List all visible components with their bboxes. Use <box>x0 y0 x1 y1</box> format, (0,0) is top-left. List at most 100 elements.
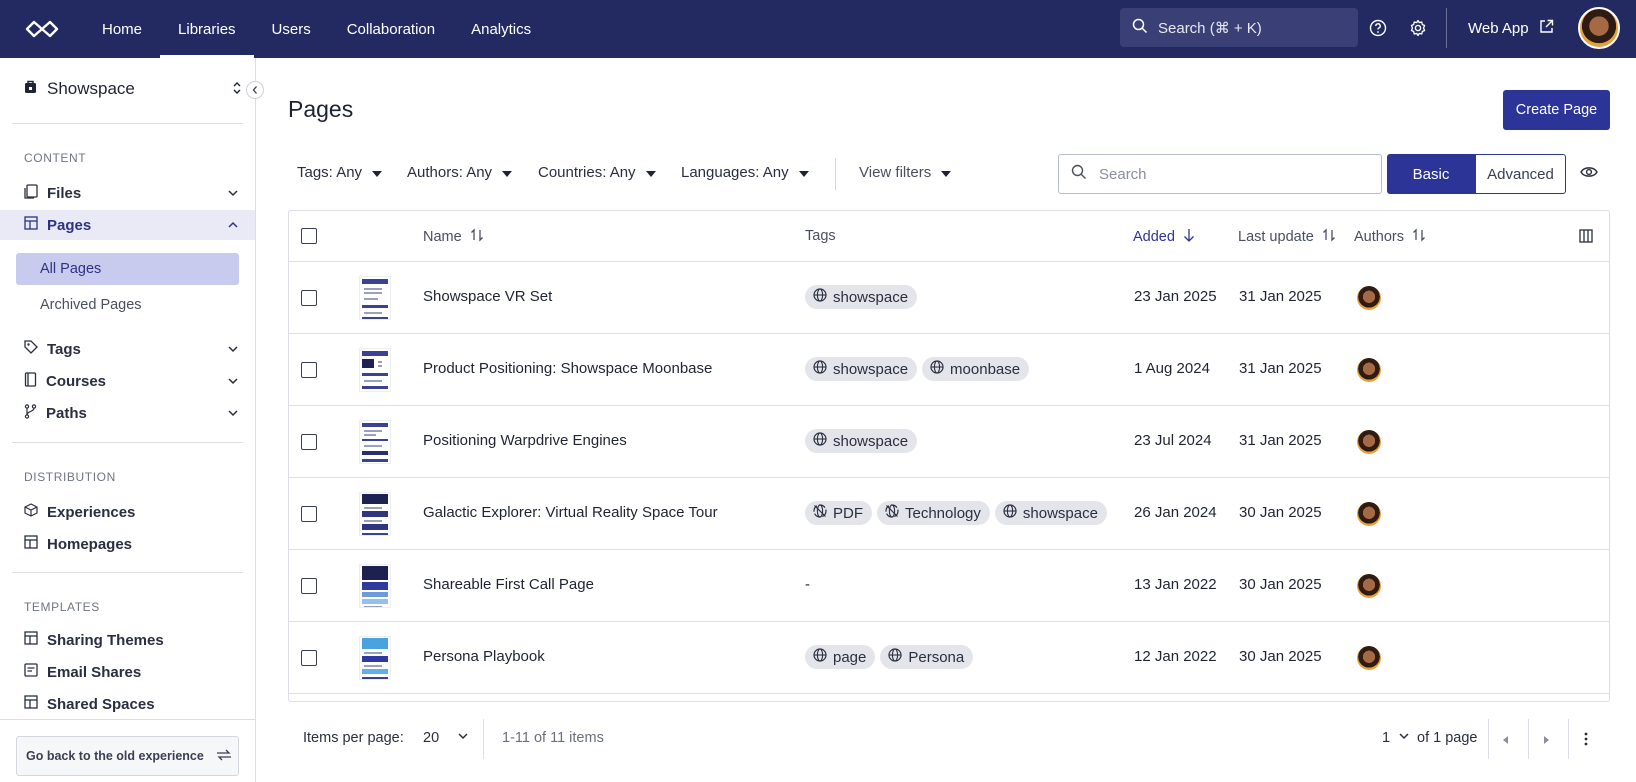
next-page-icon[interactable] <box>1542 733 1550 749</box>
tag-chip[interactable]: PDF <box>805 501 872 525</box>
nav-libraries[interactable]: Libraries <box>160 0 254 58</box>
author-avatar[interactable] <box>1357 358 1381 382</box>
row-checkbox[interactable] <box>301 650 317 666</box>
user-avatar[interactable] <box>1578 7 1620 49</box>
column-label: Tags <box>805 228 836 244</box>
workspace-switcher[interactable]: Showspace <box>24 76 242 102</box>
column-header-name[interactable]: Name <box>423 228 484 246</box>
page-name[interactable]: Persona Playbook <box>423 648 545 665</box>
logo-icon[interactable] <box>0 0 84 58</box>
tag-label: showspace <box>833 360 909 378</box>
search-input[interactable] <box>1099 165 1359 183</box>
table-row[interactable]: Persona Playbook page Persona 12 Jan 202… <box>289 622 1609 694</box>
author-avatar[interactable] <box>1357 286 1381 310</box>
tag-chip[interactable]: moonbase <box>922 357 1030 381</box>
sidebar-subitem-archived-pages[interactable]: Archived Pages <box>16 289 239 321</box>
eye-icon[interactable] <box>1580 165 1598 183</box>
row-checkbox[interactable] <box>301 506 317 522</box>
mode-basic-toggle[interactable]: Basic <box>1387 154 1475 194</box>
globe-icon <box>813 648 827 666</box>
page-name[interactable]: Product Positioning: Showspace Moonbase <box>423 360 712 377</box>
prev-page-icon[interactable] <box>1502 733 1510 749</box>
mode-advanced-toggle[interactable]: Advanced <box>1475 154 1566 194</box>
sidebar-item-experiences[interactable]: Experiences <box>0 497 255 527</box>
old-experience-button[interactable]: Go back to the old experience <box>16 736 239 776</box>
sidebar-item-paths[interactable]: Paths <box>0 398 255 428</box>
more-options-icon[interactable] <box>1584 732 1588 750</box>
web-app-link[interactable]: Web App <box>1468 0 1554 56</box>
select-all-checkbox[interactable] <box>301 228 317 244</box>
sidebar-item-homepages[interactable]: Homepages <box>0 529 255 559</box>
sidebar-subitem-all-pages[interactable]: All Pages <box>16 253 239 285</box>
view-filters-button[interactable]: View filters <box>859 164 952 181</box>
create-page-button[interactable]: Create Page <box>1503 90 1610 130</box>
row-checkbox[interactable] <box>301 362 317 378</box>
page-name[interactable]: Galactic Explorer: Virtual Reality Space… <box>423 504 718 521</box>
help-icon[interactable] <box>1368 18 1388 38</box>
tag-chip[interactable]: showspace <box>805 357 918 381</box>
filter-tags[interactable]: Tags: Any <box>297 164 383 181</box>
globe-off-icon <box>885 504 899 522</box>
chevron-down-icon <box>227 374 239 391</box>
page-select[interactable]: 1 <box>1382 730 1410 746</box>
sidebar-item-courses[interactable]: Courses <box>0 366 255 396</box>
filter-label: Countries: Any <box>538 164 636 181</box>
tag-chip[interactable]: showspace <box>805 285 918 309</box>
tag-chip[interactable]: showspace <box>994 501 1107 525</box>
column-settings-icon[interactable] <box>1579 229 1593 243</box>
page-name[interactable]: Showspace VR Set <box>423 288 552 305</box>
row-checkbox[interactable] <box>301 290 317 306</box>
chevron-down-icon <box>227 406 239 423</box>
sidebar-item-shared-spaces[interactable]: Shared Spaces <box>0 689 255 719</box>
tag-chip[interactable]: Technology <box>877 501 990 525</box>
sidebar-item-label: Experiences <box>47 503 136 521</box>
tag-icon <box>24 340 38 358</box>
row-checkbox[interactable] <box>301 578 317 594</box>
tag-chip[interactable]: page <box>805 645 876 669</box>
old-experience-label: Go back to the old experience <box>26 749 204 763</box>
global-search[interactable]: Search (⌘ + K) <box>1120 8 1358 47</box>
column-header-added[interactable]: Added <box>1133 228 1195 246</box>
tag-label: showspace <box>833 432 909 450</box>
sidebar-item-label: Shared Spaces <box>47 695 155 713</box>
nav-collaboration[interactable]: Collaboration <box>329 0 453 58</box>
author-avatar[interactable] <box>1357 574 1381 598</box>
column-header-authors[interactable]: Authors <box>1354 228 1426 246</box>
filter-authors[interactable]: Authors: Any <box>407 164 513 181</box>
sidebar-item-pages[interactable]: Pages <box>0 210 255 240</box>
column-header-last-update[interactable]: Last update <box>1238 228 1336 246</box>
sidebar-item-sharing-themes[interactable]: Sharing Themes <box>0 625 255 655</box>
table-row[interactable]: Galactic Explorer: Virtual Reality Space… <box>289 478 1609 550</box>
items-per-page-select[interactable]: 20 <box>423 730 469 746</box>
tag-chip[interactable]: Persona <box>880 645 974 669</box>
table-row[interactable]: Product Positioning: Showspace Moonbase … <box>289 334 1609 406</box>
nav-home[interactable]: Home <box>84 0 160 58</box>
page-name[interactable]: Shareable First Call Page <box>423 576 594 593</box>
pages-table: Name Tags Added Last update Authors Show… <box>288 210 1610 702</box>
row-checkbox[interactable] <box>301 434 317 450</box>
author-avatar[interactable] <box>1357 430 1381 454</box>
date-added: 23 Jan 2025 <box>1134 288 1217 305</box>
table-row[interactable]: Showspace VR Set showspace 23 Jan 2025 3… <box>289 262 1609 334</box>
settings-gear-icon[interactable] <box>1408 18 1428 38</box>
chevron-down-icon <box>1398 730 1410 746</box>
tag-chip[interactable]: showspace <box>805 429 918 453</box>
nav-users[interactable]: Users <box>254 0 329 58</box>
table-row[interactable]: Shareable First Call Page - 13 Jan 2022 … <box>289 550 1609 622</box>
collapse-sidebar-button[interactable] <box>246 81 264 99</box>
table-row[interactable]: Positioning Warpdrive Engines showspace … <box>289 406 1609 478</box>
current-page: 1 <box>1382 730 1391 746</box>
sidebar-item-files[interactable]: Files <box>0 178 255 208</box>
column-header-tags: Tags <box>805 228 836 244</box>
author-avatar[interactable] <box>1357 646 1381 670</box>
filter-countries[interactable]: Countries: Any <box>538 164 656 181</box>
sidebar-item-email-shares[interactable]: Email Shares <box>0 657 255 687</box>
pages-search[interactable] <box>1058 154 1382 194</box>
page-name[interactable]: Positioning Warpdrive Engines <box>423 432 627 449</box>
sidebar-item-tags[interactable]: Tags <box>0 334 255 364</box>
author-avatar[interactable] <box>1357 502 1381 526</box>
filter-languages[interactable]: Languages: Any <box>681 164 809 181</box>
nav-analytics[interactable]: Analytics <box>453 0 549 58</box>
items-per-page-value: 20 <box>423 730 440 746</box>
globe-icon <box>813 360 827 378</box>
